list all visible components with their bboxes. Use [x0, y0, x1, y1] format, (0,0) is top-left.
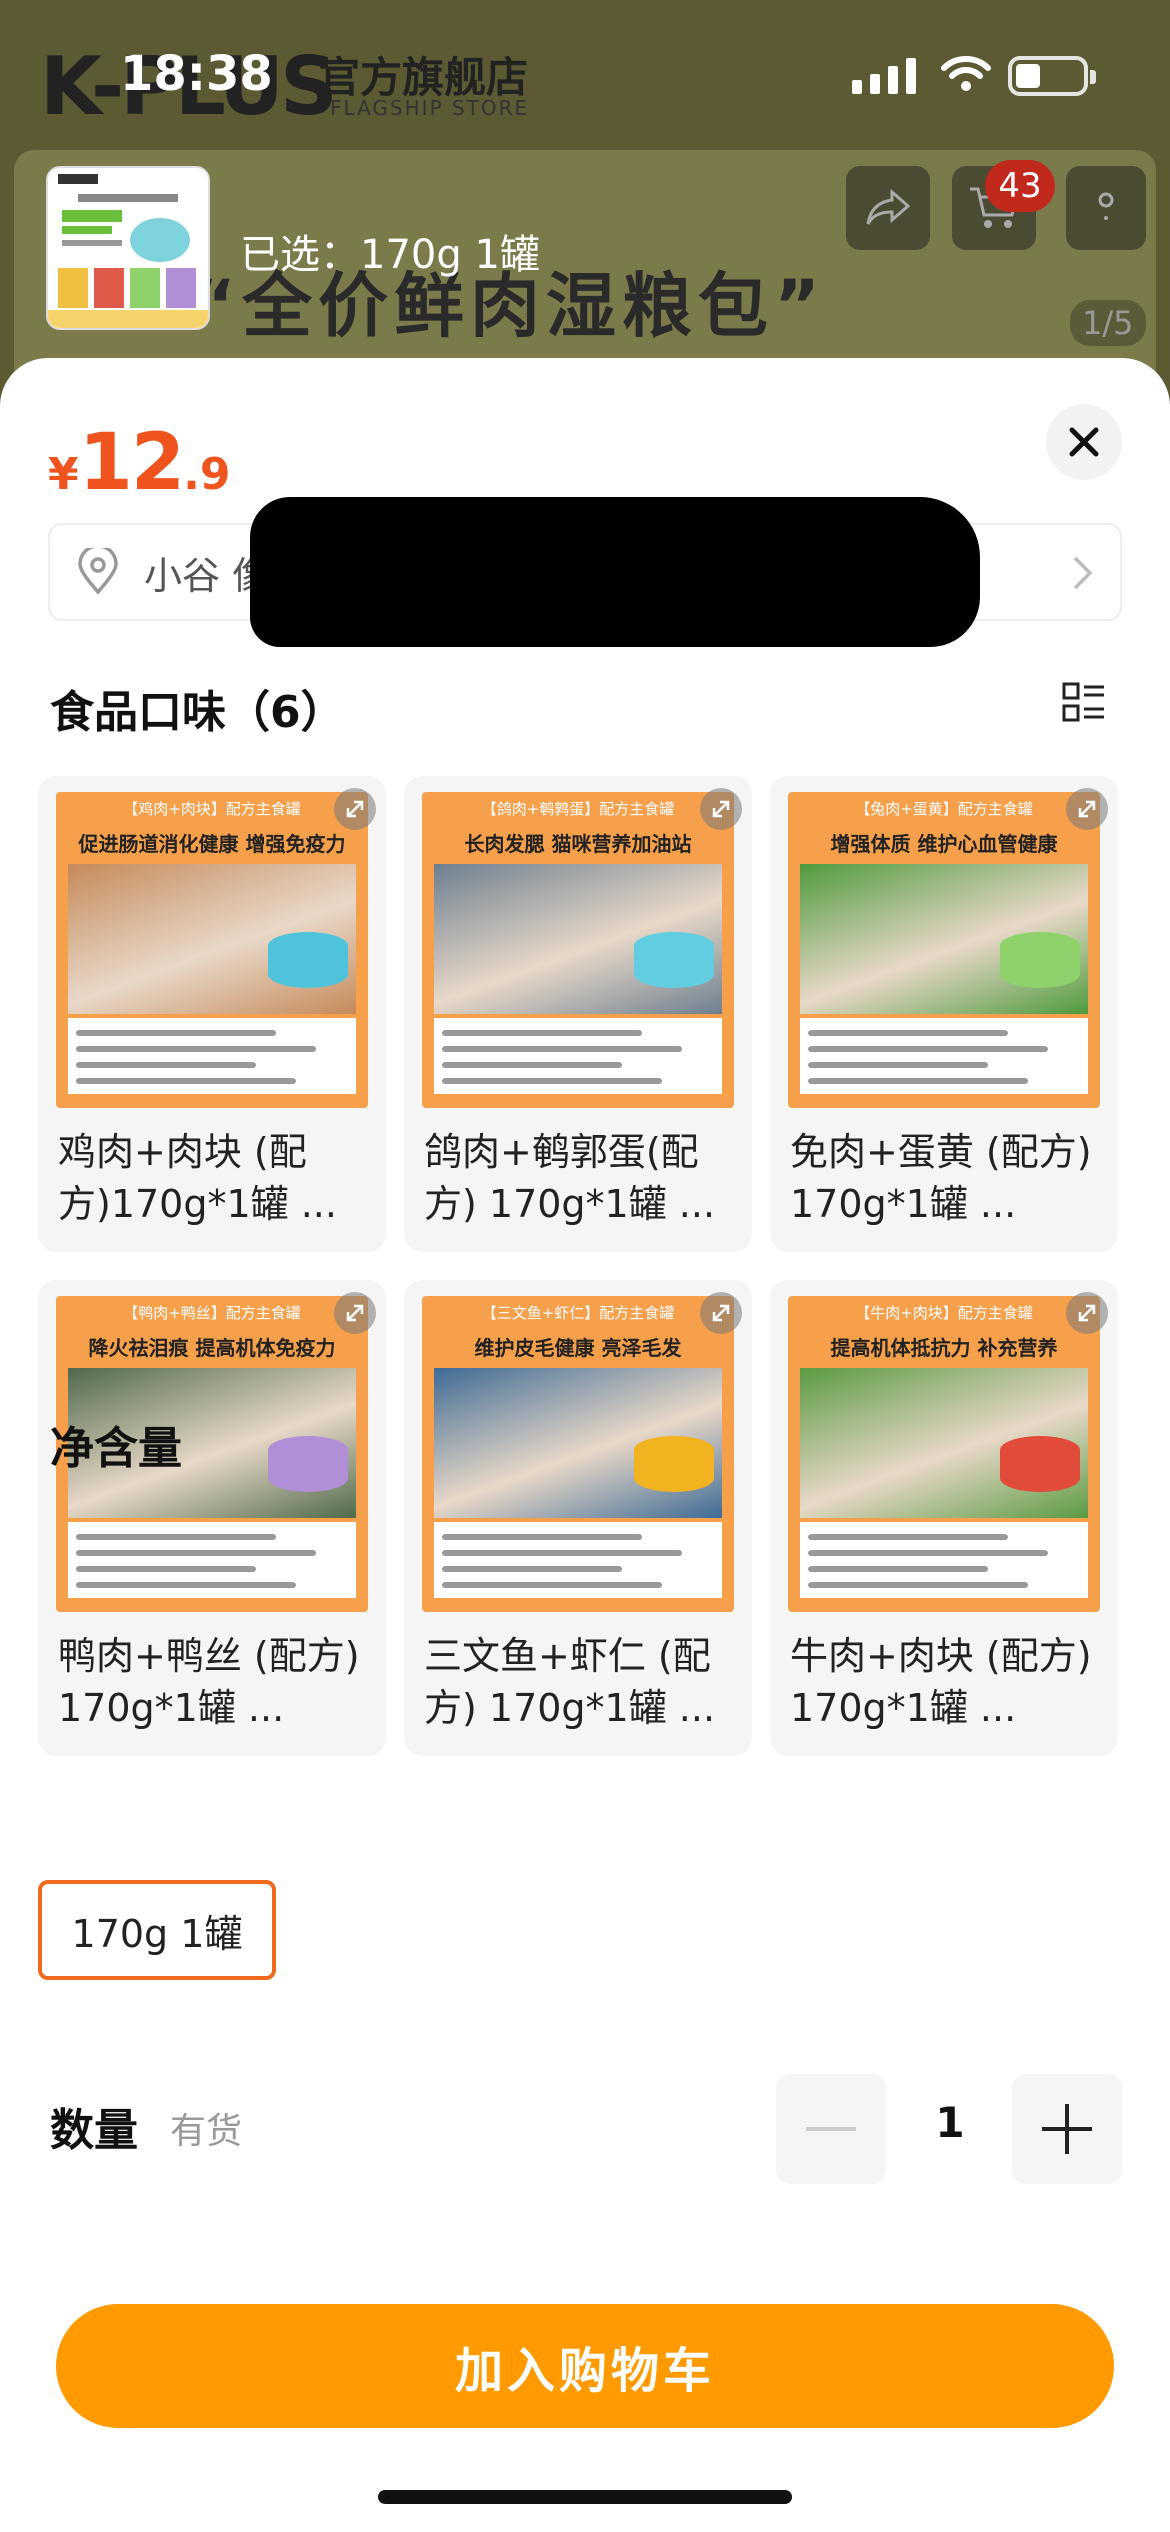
- selected-spec-label: 已选：170g 1罐: [240, 232, 540, 278]
- flavor-option-name: 免肉+蛋黄 (配方) 170g*1罐 ...: [790, 1130, 1092, 1226]
- can-graphic: [634, 1436, 714, 1492]
- image-info-panel: [434, 1522, 722, 1598]
- image-subtitle-text: 增强体质 维护心血管健康: [830, 832, 1058, 856]
- expand-image-button[interactable]: [334, 1292, 376, 1334]
- image-info-panel: [434, 1018, 722, 1094]
- cart-count-badge: 43: [985, 160, 1055, 212]
- address-selector[interactable]: 小谷 像: [48, 497, 1122, 647]
- image-tag-text: 【牛肉+肉块】配方主食罐: [855, 1304, 1033, 1322]
- price-integer: 12: [78, 418, 186, 508]
- flavor-product-image: 【鸽肉+鹌鹑蛋】配方主食罐 长肉发腮 猫咪营养加油站: [422, 792, 734, 1108]
- price-currency: ¥: [48, 449, 79, 500]
- image-subtitle-text: 长肉发腮 猫咪营养加油站: [464, 832, 692, 856]
- plus-icon: [1042, 2104, 1092, 2154]
- flavor-option-name: 鸭肉+鸭丝 (配方) 170g*1罐 ...: [58, 1634, 360, 1730]
- increase-quantity-button[interactable]: [1012, 2074, 1122, 2184]
- signal-icon: [852, 58, 916, 94]
- location-pin-icon: [78, 548, 118, 595]
- close-icon: [1069, 427, 1099, 457]
- close-button[interactable]: [1046, 404, 1122, 480]
- home-indicator: [378, 2490, 792, 2504]
- flavor-option-card[interactable]: 【三文鱼+虾仁】配方主食罐 维护皮毛健康 亮泽毛发 三文鱼+虾仁 (配方) 17…: [404, 1280, 752, 1756]
- flavor-option-name: 鸽肉+鹌郭蛋(配方) 170g*1罐 ...: [424, 1130, 716, 1226]
- net-content-title: 净含量: [50, 1423, 182, 1474]
- can-graphic: [1000, 1436, 1080, 1492]
- flavor-option-card[interactable]: 【鸡肉+肉块】配方主食罐 促进肠道消化健康 增强免疫力 鸡肉+肉块 (配方)17…: [38, 776, 386, 1252]
- price: ¥12.9: [48, 418, 231, 508]
- flavor-option-card[interactable]: 【鸽肉+鹌鹑蛋】配方主食罐 长肉发腮 猫咪营养加油站 鸽肉+鹌郭蛋(配方) 17…: [404, 776, 752, 1252]
- expand-icon: [712, 800, 730, 818]
- flavor-option-card[interactable]: 【鸭肉+鸭丝】配方主食罐 降火祛泪痕 提高机体免疫力 鸭肉+鸭丝 (配方) 17…: [38, 1280, 386, 1756]
- flavor-product-image: 【鸡肉+肉块】配方主食罐 促进肠道消化健康 增强免疫力: [56, 792, 368, 1108]
- can-graphic: [1000, 932, 1080, 988]
- expand-icon: [712, 1304, 730, 1322]
- flavor-product-image: 【三文鱼+虾仁】配方主食罐 维护皮毛健康 亮泽毛发: [422, 1296, 734, 1612]
- expand-icon: [1078, 1304, 1096, 1322]
- expand-image-button[interactable]: [1066, 788, 1108, 830]
- share-button[interactable]: [846, 166, 930, 250]
- spec-option-selected[interactable]: 170g 1罐: [38, 1880, 276, 1980]
- quantity-label: 数量: [50, 2105, 138, 2156]
- can-graphic: [268, 932, 348, 988]
- share-icon: [866, 188, 911, 225]
- expand-icon: [346, 800, 364, 818]
- selected-product-thumbnail: [46, 166, 210, 330]
- image-tag-text: 【三文鱼+虾仁】配方主食罐: [481, 1304, 675, 1322]
- expand-image-button[interactable]: [334, 788, 376, 830]
- image-tag-text: 【鸭肉+鸭丝】配方主食罐: [123, 1304, 301, 1322]
- sku-selector-sheet: ¥12.9 小谷 像 食品口味（6） 【鸡肉+肉块】配方主食罐 促进肠道消化健康…: [0, 358, 1170, 2532]
- image-subtitle-text: 促进肠道消化健康 增强免疫力: [78, 832, 346, 856]
- redaction-mask: [250, 497, 980, 647]
- expand-icon: [1078, 800, 1096, 818]
- more-button[interactable]: [1066, 166, 1146, 250]
- add-to-cart-button[interactable]: 加入购物车: [56, 2304, 1114, 2428]
- image-tag-text: 【鸡肉+肉块】配方主食罐: [123, 800, 301, 818]
- wifi-icon: [941, 56, 991, 91]
- can-graphic: [268, 1436, 348, 1492]
- decrease-quantity-button[interactable]: [776, 2074, 886, 2184]
- status-time: 18:38: [120, 46, 273, 102]
- image-info-panel: [800, 1018, 1088, 1094]
- image-pager: 1/5: [1070, 300, 1146, 346]
- flavor-option-name: 牛肉+肉块 (配方) 170g*1罐 ...: [790, 1634, 1092, 1730]
- image-info-panel: [68, 1522, 356, 1598]
- price-decimal: .9: [183, 449, 231, 500]
- flavor-option-name: 三文鱼+虾仁 (配方) 170g*1罐 ...: [424, 1634, 716, 1730]
- flavor-grid: 【鸡肉+肉块】配方主食罐 促进肠道消化健康 增强免疫力 鸡肉+肉块 (配方)17…: [38, 776, 1118, 1756]
- chevron-right-icon: [1073, 556, 1093, 590]
- minus-icon: [806, 2127, 856, 2131]
- image-subtitle-text: 降火祛泪痕 提高机体免疫力: [88, 1336, 336, 1360]
- flavor-product-image: 【兔肉+蛋黄】配方主食罐 增强体质 维护心血管健康: [788, 792, 1100, 1108]
- expand-image-button[interactable]: [700, 1292, 742, 1334]
- image-info-panel: [68, 1018, 356, 1094]
- image-subtitle-text: 维护皮毛健康 亮泽毛发: [474, 1336, 682, 1360]
- flavor-product-image: 【牛肉+肉块】配方主食罐 提高机体抵抗力 补充营养: [788, 1296, 1100, 1612]
- list-view-toggle-icon[interactable]: [1062, 682, 1106, 722]
- stock-status: 有货: [170, 2111, 243, 2152]
- flavor-option-name: 鸡肉+肉块 (配方)170g*1罐 ...: [58, 1130, 337, 1226]
- status-bar: 18:38: [0, 0, 1170, 150]
- battery-icon: [1008, 56, 1096, 96]
- image-info-panel: [800, 1522, 1088, 1598]
- expand-icon: [346, 1304, 364, 1322]
- expand-image-button[interactable]: [700, 788, 742, 830]
- flavor-option-card[interactable]: 【牛肉+肉块】配方主食罐 提高机体抵抗力 补充营养 牛肉+肉块 (配方) 170…: [770, 1280, 1118, 1756]
- image-tag-text: 【兔肉+蛋黄】配方主食罐: [855, 800, 1033, 818]
- quantity-value[interactable]: 1: [920, 2098, 980, 2147]
- expand-image-button[interactable]: [1066, 1292, 1108, 1334]
- flavor-option-card[interactable]: 【兔肉+蛋黄】配方主食罐 增强体质 维护心血管健康 免肉+蛋黄 (配方) 170…: [770, 776, 1118, 1252]
- image-tag-text: 【鸽肉+鹌鹑蛋】配方主食罐: [481, 800, 675, 818]
- can-graphic: [634, 932, 714, 988]
- flavor-section-title: 食品口味（6）: [50, 687, 345, 738]
- image-subtitle-text: 提高机体抵抗力 补充营养: [830, 1336, 1058, 1360]
- more-icon: [1098, 192, 1114, 220]
